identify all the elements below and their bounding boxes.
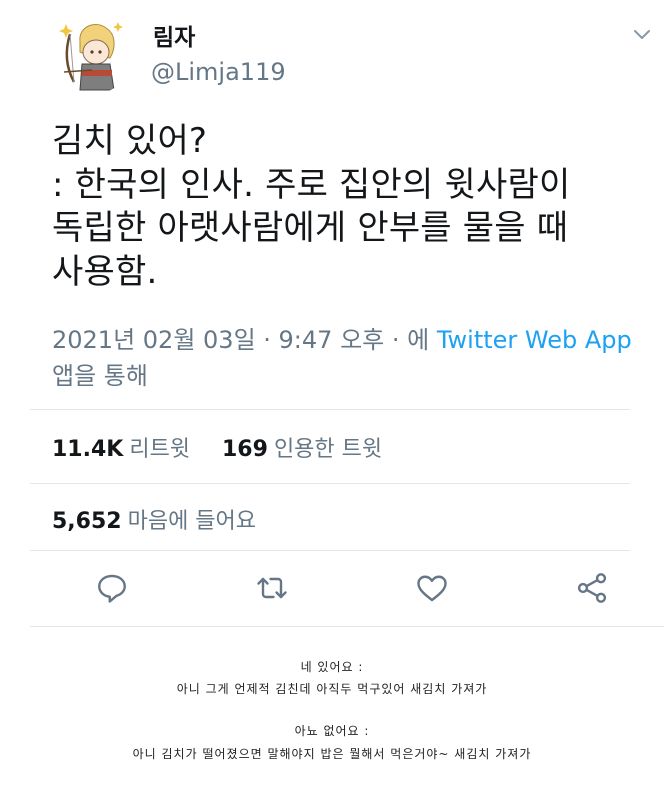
tweet-meta: 2021년 02월 03일 · 9:47 오후 · 에 Twitter Web … — [52, 322, 652, 394]
retweet-icon[interactable] — [254, 570, 290, 606]
tweet-text: 김치 있어? : 한국의 인사. 주로 집안의 윗사람이 독립한 아랫사람에게 … — [52, 121, 571, 292]
tweet-timestamp[interactable]: 2021년 02월 03일 · 9:47 오후 · 에 — [52, 326, 437, 354]
like-stat[interactable]: 5,652 마음에 들어요 — [52, 503, 256, 535]
user-handle[interactable]: @Limja119 — [151, 58, 286, 86]
caption-line: 아니 그게 언제적 김친데 아직두 먹구있어 새김치 가져가 — [176, 682, 488, 696]
avatar-illustration — [59, 22, 123, 91]
quote-count: 169 — [222, 437, 268, 462]
caption-heading: 네 있어요 : — [300, 660, 364, 674]
caption-line: 아니 김치가 떨어졌으면 말해야지 밥은 뭘해서 먹은거야~ 새김치 가져가 — [132, 747, 532, 761]
display-name[interactable]: 림자 — [153, 18, 195, 52]
quote-label: 인용한 트윗 — [273, 437, 383, 462]
avatar[interactable] — [52, 12, 134, 94]
chevron-down-icon[interactable] — [630, 22, 654, 46]
quote-stat[interactable]: 169 인용한 트윗 — [222, 431, 382, 463]
retweet-stat[interactable]: 11.4K 리트윗 — [52, 431, 190, 463]
tweet-source-link[interactable]: Twitter Web App — [437, 326, 632, 354]
reply-icon[interactable] — [94, 570, 130, 606]
like-label: 마음에 들어요 — [127, 509, 257, 534]
divider — [30, 626, 664, 627]
like-icon[interactable] — [414, 570, 450, 606]
divider — [30, 483, 630, 484]
retweet-label: 리트윗 — [129, 437, 191, 462]
retweet-count: 11.4K — [52, 437, 124, 462]
caption-heading: 아뇨 없어요 : — [294, 724, 370, 738]
share-icon[interactable] — [574, 570, 610, 606]
divider — [30, 550, 630, 551]
like-count: 5,652 — [52, 509, 122, 534]
tweet-source-suffix: 앱을 통해 — [52, 362, 148, 390]
divider — [30, 409, 630, 410]
